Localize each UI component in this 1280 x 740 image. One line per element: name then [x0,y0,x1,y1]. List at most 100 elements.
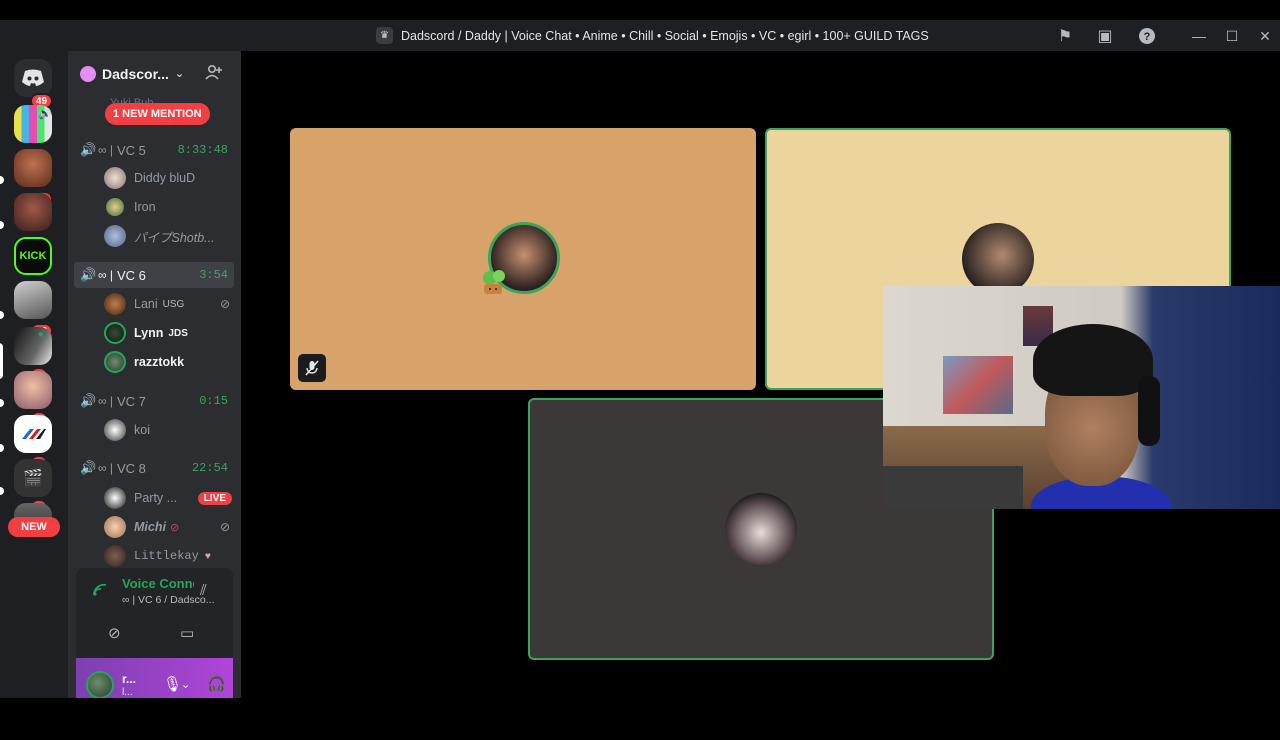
avatar [104,167,126,189]
home-button[interactable] [14,59,52,97]
voice-user[interactable]: Littlekay ♥ [104,543,234,569]
voice-user[interactable]: Lani USG ⊘ [104,291,234,317]
heart-icon: ♥ [204,550,211,562]
discord-logo-icon [22,69,44,86]
user-display-name[interactable]: r... [122,672,136,686]
maximize-button[interactable]: ☐ [1221,25,1243,47]
window-title-text: Dadscord / Daddy | Voice Chat • Anime • … [401,28,929,43]
signal-icon[interactable] [92,583,108,602]
voice-user[interactable]: Party ... LIVE [104,485,234,511]
microphone-icon[interactable]: 🎙 [163,675,182,693]
voice-user[interactable]: パイプShotb... [104,223,234,249]
voice-channel-icon: 🔊 [80,393,97,408]
channel-name: VC 6 [117,267,146,283]
camera-off-icon[interactable]: ⊘ [108,624,121,642]
unread-pill [0,311,4,319]
voice-user[interactable]: Diddy bluD [104,165,234,191]
user-name: Michi [134,520,166,534]
server-bw[interactable] [14,327,52,365]
participant-avatar [725,493,797,565]
headphones-shape [1138,376,1160,446]
user-name: Party ... [134,491,178,505]
user-name: koi [134,423,150,437]
avatar-decoration [480,268,508,298]
channel-name: VC 7 [117,393,146,409]
voice-user[interactable]: koi [104,417,234,443]
svg-text:?: ? [1144,31,1151,43]
user-name: Diddy bluD [134,171,196,185]
bottom-bar [0,718,1280,740]
avatar [104,419,126,441]
voice-user[interactable]: Lynn JDS [104,320,234,346]
user-status: l... [122,687,133,698]
channel-name: VC 8 [117,460,146,476]
voice-channel-icon: 🔊 [80,267,97,282]
channel-timer: 8:33:48 [177,143,228,157]
deafened-icon: ⊘ [219,297,230,311]
channel-prefix: ∞ | [98,143,114,157]
minimize-button[interactable]: — [1188,25,1210,47]
participant-tile[interactable] [290,128,756,390]
server-header[interactable]: Dadscor... ⌄ [68,51,241,96]
help-icon[interactable]: ? [1137,26,1157,46]
guild-tag: JDS [168,327,188,339]
close-button[interactable]: ✕ [1254,25,1276,47]
chevron-down-icon[interactable]: ⌄ [181,678,190,691]
unread-pill [0,487,4,495]
user-name: Lynn [134,326,164,340]
server-anime[interactable] [14,371,52,409]
channel-timer: 0:15 [199,394,228,408]
server-rail: 49 🔊 16 KICK 12 ● 1 6 8 🎬 9 NEW [0,51,68,698]
server-red[interactable] [14,193,52,231]
headphones-icon[interactable]: 🎧 [207,675,226,693]
unread-pill [0,176,4,184]
screenshare-icon[interactable]: ▭ [180,624,194,642]
add-member-icon[interactable] [205,64,223,84]
avatar [104,351,126,373]
avatar [104,322,126,344]
webcam-overlay [883,286,1280,509]
avatar [104,225,126,247]
server-flag[interactable] [14,415,52,453]
channel-timer: 3:54 [199,268,228,282]
server-kick[interactable]: KICK [14,237,52,275]
voice-status[interactable]: Voice Connected [122,576,194,591]
heart-icon: ⊘ [169,521,180,534]
speaker-icon: ● [38,329,45,340]
noise-suppression-icon[interactable]: ⫽ [200,582,207,599]
unread-pill [0,399,4,407]
guild-tag: USG [162,298,185,310]
voice-channel-vc6[interactable]: 🔊 ∞ | VC 6 3:54 [74,262,234,288]
voice-connection-panel: Voice Connected ∞ | VC 6 / Dadsco... ⫽ ⊘… [76,568,233,658]
boost-icon [80,65,96,82]
user-avatar[interactable] [86,671,114,698]
user-name: Littlekay [134,549,199,563]
channel-prefix: ∞ | [98,461,114,475]
voice-channel-vc8[interactable]: 🔊 ∞ | VC 8 22:54 [74,455,234,481]
server-clap[interactable]: 🎬 [14,459,52,497]
voice-user[interactable]: razztokk [104,349,234,375]
poster-shape [943,356,1013,414]
flag-icon[interactable]: ⚑ [1055,26,1075,46]
server-icon: ♛ [376,27,393,44]
voice-user[interactable]: Iron [104,194,234,220]
voice-channel-vc7[interactable]: 🔊 ∞ | VC 7 0:15 [74,388,234,414]
user-name: Iron [134,200,156,214]
unread-pill [0,444,4,452]
new-badge[interactable]: NEW [8,517,60,537]
server-face[interactable] [14,149,52,187]
voice-user[interactable]: Michi ⊘ ⊘ [104,514,234,540]
window-title: ♛ Dadscord / Daddy | Voice Chat • Anime … [376,20,929,51]
person-beanie [1033,324,1153,396]
participant-avatar [962,223,1034,295]
server-name: Dadscor... [102,65,169,82]
inbox-icon[interactable]: ▣ [1095,26,1115,46]
voice-channel-icon: 🔊 [80,142,97,157]
avatar [104,516,126,538]
new-mention-pill[interactable]: 1 NEW MENTION [105,103,210,125]
unread-pill [0,221,4,229]
server-grey[interactable] [14,281,52,319]
voice-channel-vc5[interactable]: 🔊 ∞ | VC 5 8:33:48 [74,137,234,163]
deafened-icon: ⊘ [219,520,230,534]
user-panel: r... l... 🎙 ⌄ 🎧 [76,658,233,698]
